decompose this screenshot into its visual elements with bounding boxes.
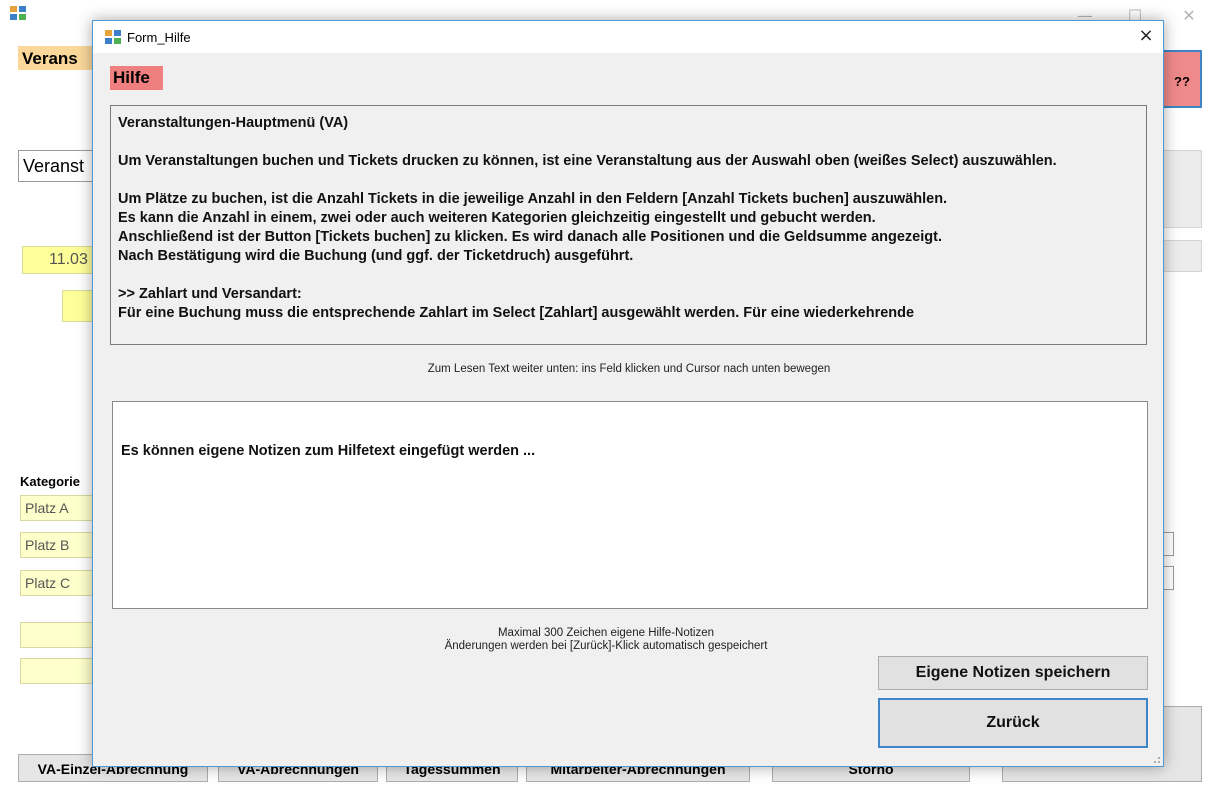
scroll-hint: Zum Lesen Text weiter unten: ins Feld kl… xyxy=(427,363,831,375)
form-icon xyxy=(105,30,121,44)
help-heading: Hilfe xyxy=(110,66,163,90)
help-dialog: Form_Hilfe × Hilfe Veranstaltungen-Haupt… xyxy=(92,20,1164,767)
notes-textarea[interactable]: Es können eigene Notizen zum Hilfetext e… xyxy=(112,401,1148,609)
categories-label: Kategorie xyxy=(20,474,80,489)
app-icon xyxy=(10,6,26,20)
notes-info: Maximal 300 Zeichen eigene Hilfe-Notizen… xyxy=(93,627,1119,653)
save-notes-button[interactable]: Eigene Notizen speichern xyxy=(878,656,1148,690)
help-paragraph: Um Veranstaltungen buchen und Tickets dr… xyxy=(118,153,1057,169)
dialog-titlebar[interactable]: Form_Hilfe × xyxy=(93,21,1163,53)
help-text-box[interactable]: Veranstaltungen-Hauptmenü (VA) Um Verans… xyxy=(110,105,1147,345)
notes-info-line: Änderungen werden bei [Zurück]-Klick aut… xyxy=(444,640,768,652)
close-icon[interactable]: × xyxy=(1129,21,1163,53)
back-button[interactable]: Zurück xyxy=(878,698,1148,748)
resize-grip-icon[interactable] xyxy=(1151,754,1161,764)
dialog-title: Form_Hilfe xyxy=(127,30,191,45)
notes-info-line: Maximal 300 Zeichen eigene Hilfe-Notizen xyxy=(497,627,715,639)
help-paragraph: Veranstaltungen-Hauptmenü (VA) xyxy=(118,115,349,131)
help-paragraph: Um Plätze zu buchen, ist die Anzahl Tick… xyxy=(118,191,948,264)
help-paragraph: >> Zahlart und Versandart: Für eine Buch… xyxy=(118,286,915,321)
close-icon[interactable]: ✕ xyxy=(1174,6,1204,26)
